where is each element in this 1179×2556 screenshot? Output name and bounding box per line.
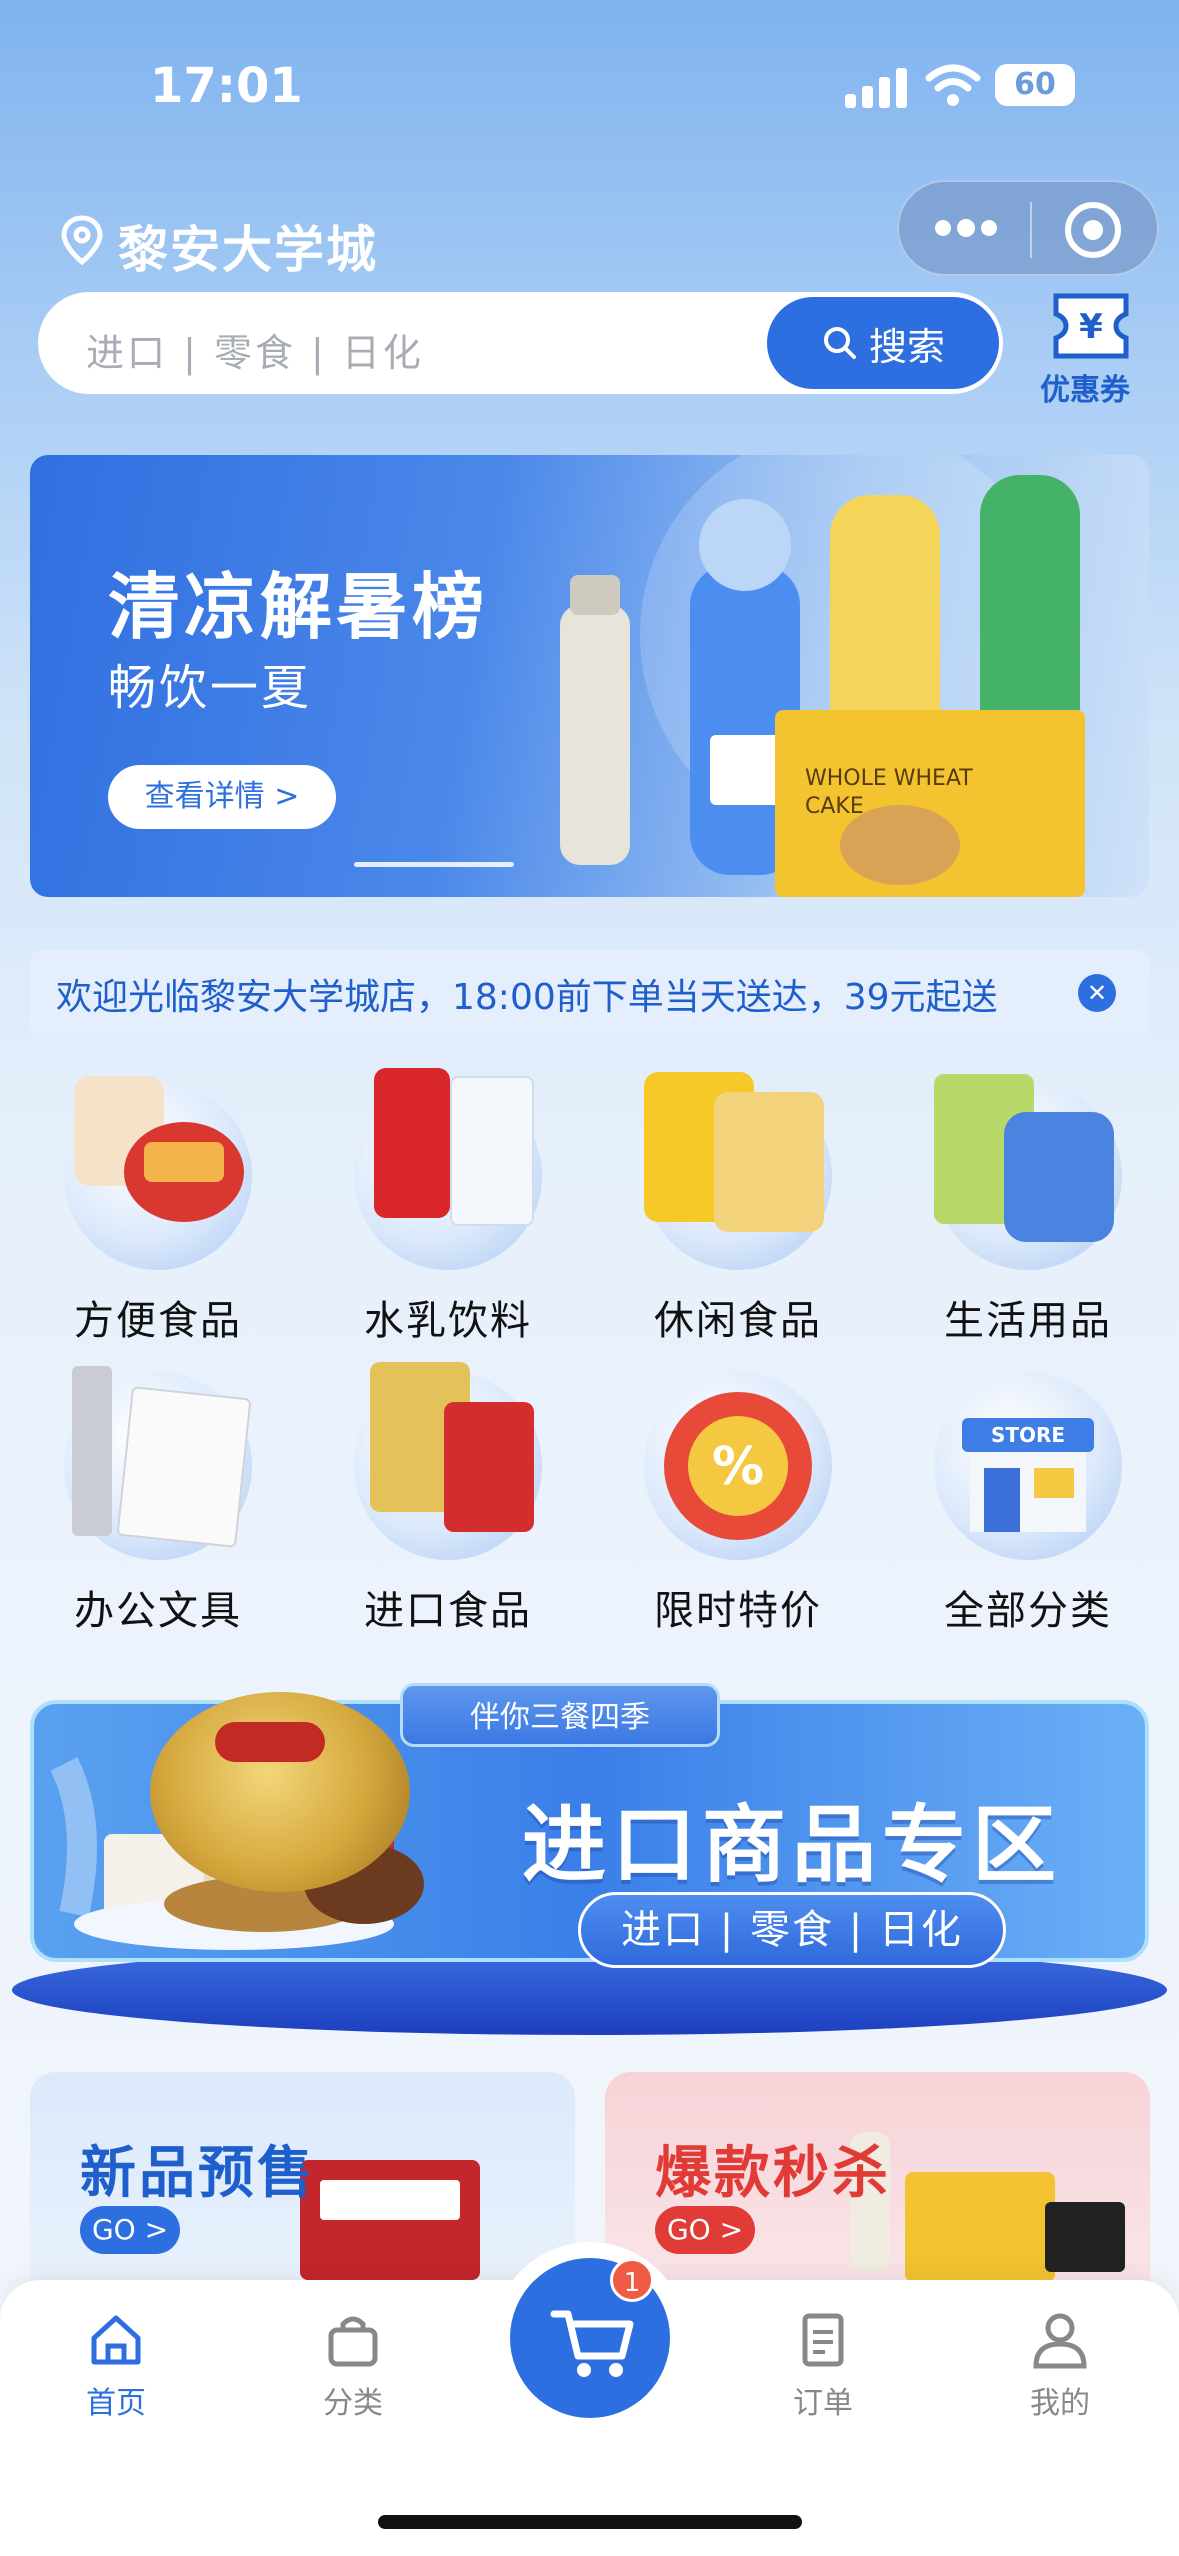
tab-profile[interactable]: 我的 xyxy=(990,2310,1130,2422)
close-icon[interactable]: ✕ xyxy=(1078,974,1116,1012)
shopping-bag-icon xyxy=(328,2316,378,2367)
promo-hot-go-button[interactable]: GO > xyxy=(655,2206,755,2254)
banner-title: 清凉解暑榜 xyxy=(108,565,489,649)
search-icon xyxy=(821,324,859,362)
home-indicator xyxy=(378,2515,802,2529)
tab-categories[interactable]: 分类 xyxy=(283,2310,423,2422)
category-snacks[interactable]: 休闲食品 xyxy=(618,1072,858,1346)
cellular-signal-icon xyxy=(845,68,907,108)
snacks-icon xyxy=(644,1072,832,1270)
user-icon xyxy=(1033,2313,1087,2369)
instant-food-icon xyxy=(64,1076,252,1270)
tab-label: 首页 xyxy=(86,2386,146,2421)
category-label: 限时特价 xyxy=(654,1588,822,1634)
svg-text:STORE: STORE xyxy=(991,1423,1065,1447)
import-zone-title: 进口商品专区 xyxy=(522,1796,1063,1894)
battery-icon: 60 xyxy=(995,64,1075,106)
category-label: 水乳饮料 xyxy=(364,1298,532,1344)
wifi-icon xyxy=(925,62,981,108)
search-button-label: 搜索 xyxy=(868,324,945,369)
svg-text:¥: ¥ xyxy=(1079,307,1103,347)
svg-text:%: % xyxy=(712,1437,764,1497)
category-label: 进口食品 xyxy=(364,1588,532,1634)
tab-orders[interactable]: 订单 xyxy=(753,2310,893,2422)
tab-label: 我的 xyxy=(1030,2386,1090,2421)
coupon-label[interactable]: 优惠券 xyxy=(1040,365,1130,409)
coupon-icon[interactable]: ¥ xyxy=(1050,290,1132,362)
category-all[interactable]: STORE 全部分类 xyxy=(908,1372,1148,1636)
import-zone-tag: 伴你三餐四季 xyxy=(400,1683,720,1747)
stationery-icon xyxy=(64,1366,252,1560)
banner-subtitle: 畅饮一夏 xyxy=(108,660,313,716)
category-imported-food[interactable]: 进口食品 xyxy=(328,1362,568,1636)
search-button[interactable]: 搜索 xyxy=(767,297,999,389)
category-stationery[interactable]: 办公文具 xyxy=(38,1366,278,1636)
miniprogram-capsule xyxy=(897,180,1159,276)
promo-new-go-button[interactable]: GO > xyxy=(80,2206,180,2254)
category-instant-food[interactable]: 方便食品 xyxy=(38,1076,278,1346)
svg-text:CAKE: CAKE xyxy=(805,794,864,819)
daily-goods-icon xyxy=(934,1074,1122,1270)
discount-icon: % xyxy=(644,1372,832,1560)
category-label: 办公文具 xyxy=(74,1588,242,1634)
tab-label: 分类 xyxy=(323,2386,383,2421)
status-time: 17:01 xyxy=(150,58,303,114)
category-label: 生活用品 xyxy=(944,1298,1112,1344)
location-pin-icon[interactable] xyxy=(60,215,104,266)
capsule-divider xyxy=(1030,202,1032,258)
banner-pagination-indicator xyxy=(354,862,514,867)
promo-new-title: 新品预售 xyxy=(80,2141,316,2206)
tin-brand-label xyxy=(215,1722,325,1762)
location-label[interactable]: 黎安大学城 xyxy=(118,210,378,282)
imported-food-icon xyxy=(354,1362,542,1560)
category-label: 休闲食品 xyxy=(654,1298,822,1344)
category-flash-sale[interactable]: % 限时特价 xyxy=(618,1372,858,1636)
tab-label: 订单 xyxy=(793,2386,853,2421)
order-document-icon xyxy=(802,2313,844,2367)
import-zone-subtitle[interactable]: 进口 | 零食 | 日化 xyxy=(578,1892,1006,1968)
promo-hot-title: 爆款秒杀 xyxy=(655,2141,891,2206)
home-icon xyxy=(91,2315,141,2365)
category-label: 方便食品 xyxy=(74,1298,242,1344)
store-icon: STORE xyxy=(934,1372,1122,1560)
cart-count-badge: 1 xyxy=(610,2258,654,2302)
close-miniprogram-icon[interactable] xyxy=(1065,202,1121,258)
search-placeholder: 进口 | 零食 | 日化 xyxy=(86,331,424,375)
category-daily-goods[interactable]: 生活用品 xyxy=(908,1074,1148,1346)
notice-text: 欢迎光临黎安大学城店，18:00前下单当天送达，39元起送 xyxy=(56,977,998,1018)
banner-details-button[interactable]: 查看详情 > xyxy=(108,765,336,829)
svg-text:WHOLE WHEAT: WHOLE WHEAT xyxy=(805,766,973,791)
tab-home[interactable]: 首页 xyxy=(46,2310,186,2422)
category-label: 全部分类 xyxy=(944,1588,1112,1634)
drinks-icon xyxy=(354,1068,542,1270)
more-options-icon[interactable] xyxy=(935,219,997,238)
category-drinks[interactable]: 水乳饮料 xyxy=(328,1068,568,1346)
